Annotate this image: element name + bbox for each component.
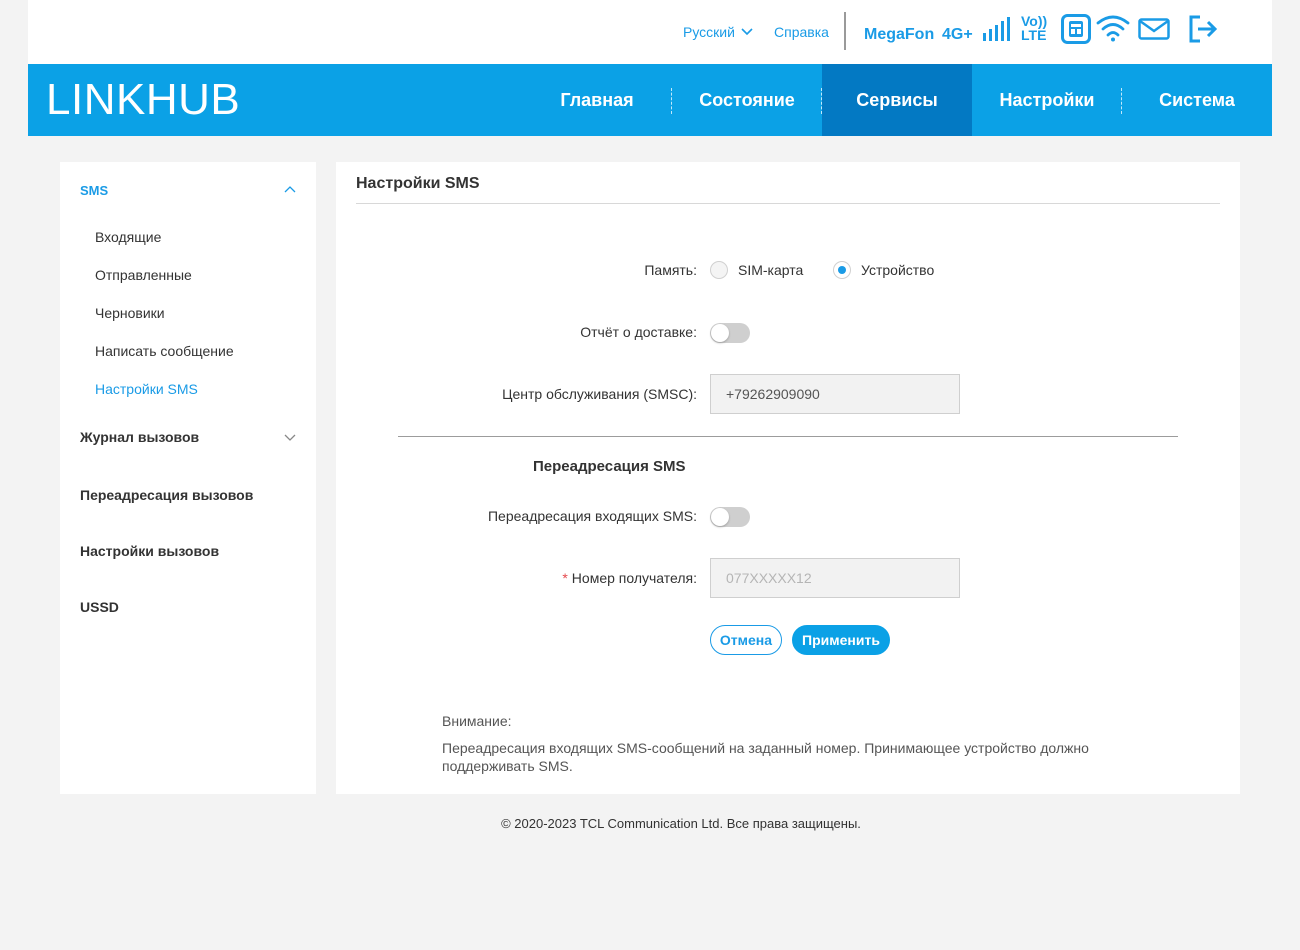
delivery-report-toggle[interactable] xyxy=(710,323,750,343)
smsc-label: Центр обслуживания (SMSC): xyxy=(502,386,697,402)
sidebar: SMS Входящие Отправленные Черновики Напи… xyxy=(60,162,316,794)
recipient-label: * Номер получателя: xyxy=(562,570,697,586)
language-selector[interactable]: Русский xyxy=(683,24,753,40)
sidebar-group-sms[interactable]: SMS xyxy=(80,183,108,198)
help-link[interactable]: Справка xyxy=(774,24,829,40)
mail-icon[interactable] xyxy=(1138,18,1170,40)
recipient-label-text: Номер получателя: xyxy=(571,570,697,586)
forward-incoming-toggle[interactable] xyxy=(710,507,750,527)
forward-incoming-label: Переадресация входящих SMS: xyxy=(487,508,697,524)
signal-strength-icon xyxy=(983,17,1010,41)
sidebar-item-call-forwarding[interactable]: Переадресация вызовов xyxy=(80,487,253,503)
recipient-number-field[interactable]: 077XXXXX12 xyxy=(710,558,960,598)
nav-system[interactable]: Система xyxy=(1122,64,1272,136)
nav-status[interactable]: Состояние xyxy=(672,64,822,136)
note-text: Переадресация входящих SMS-сообщений на … xyxy=(442,740,1089,774)
sidebar-item-inbox[interactable]: Входящие xyxy=(95,229,161,245)
storage-sim-label: SIM-карта xyxy=(738,262,804,278)
nav-settings[interactable]: Настройки xyxy=(972,64,1122,136)
storage-label: Память: xyxy=(644,262,697,278)
volte-top-text: Vo)) xyxy=(1021,13,1048,29)
top-status-bar: Русский Справка MegaFon 4G+ Vo)) LTE xyxy=(28,0,1272,64)
footer-copyright: © 2020-2023 TCL Communication Ltd. Все п… xyxy=(501,816,861,831)
volte-bottom-text: LTE xyxy=(1021,27,1047,43)
sidebar-item-drafts[interactable]: Черновики xyxy=(95,305,165,321)
sms-forwarding-title: Переадресация SMS xyxy=(533,458,686,475)
linkhub-logo: LINKHUB xyxy=(46,78,240,122)
logo-link-text: LINK xyxy=(46,75,146,124)
language-label: Русский xyxy=(683,24,735,40)
sidebar-item-compose[interactable]: Написать сообщение xyxy=(95,343,234,359)
smsc-field[interactable]: +79262909090 xyxy=(710,374,960,414)
sidebar-group-call-log[interactable]: Журнал вызовов xyxy=(80,429,199,445)
sidebar-item-sms-settings[interactable]: Настройки SMS xyxy=(95,381,198,397)
delivery-report-label: Отчёт о доставке: xyxy=(580,324,697,340)
volte-icon: Vo)) LTE xyxy=(1021,14,1053,42)
network-type: 4G+ xyxy=(942,26,973,43)
required-mark: * xyxy=(562,570,568,586)
chevron-down-icon[interactable] xyxy=(284,431,296,443)
sms-settings-panel: Настройки SMS Память: SIM-карта Устройст… xyxy=(336,162,1240,794)
nav-services[interactable]: Сервисы xyxy=(822,64,972,136)
title-divider xyxy=(356,203,1220,204)
sidebar-item-ussd[interactable]: USSD xyxy=(80,599,119,615)
sidebar-item-sent[interactable]: Отправленные xyxy=(95,267,192,283)
cancel-button[interactable]: Отмена xyxy=(710,625,782,655)
storage-device-radio[interactable] xyxy=(833,261,851,279)
logout-icon[interactable] xyxy=(1188,14,1218,44)
storage-sim-radio[interactable] xyxy=(710,261,728,279)
note-title: Внимание: xyxy=(442,713,512,729)
chevron-down-icon xyxy=(741,28,753,36)
chevron-up-icon[interactable] xyxy=(284,184,296,196)
operator-name: MegaFon xyxy=(864,26,935,43)
apply-button[interactable]: Применить xyxy=(792,625,890,655)
page-title: Настройки SMS xyxy=(356,175,480,192)
logo-hub-text: HUB xyxy=(145,75,241,124)
wifi-icon xyxy=(1096,15,1130,42)
section-divider xyxy=(398,436,1178,437)
sim-card-icon xyxy=(1061,14,1091,44)
main-navigation: LINKHUB Главная Состояние Сервисы Настро… xyxy=(28,64,1272,136)
nav-home[interactable]: Главная xyxy=(522,64,672,136)
storage-device-label: Устройство xyxy=(861,262,935,278)
sidebar-item-call-settings[interactable]: Настройки вызовов xyxy=(80,543,219,559)
header-divider xyxy=(844,12,846,50)
